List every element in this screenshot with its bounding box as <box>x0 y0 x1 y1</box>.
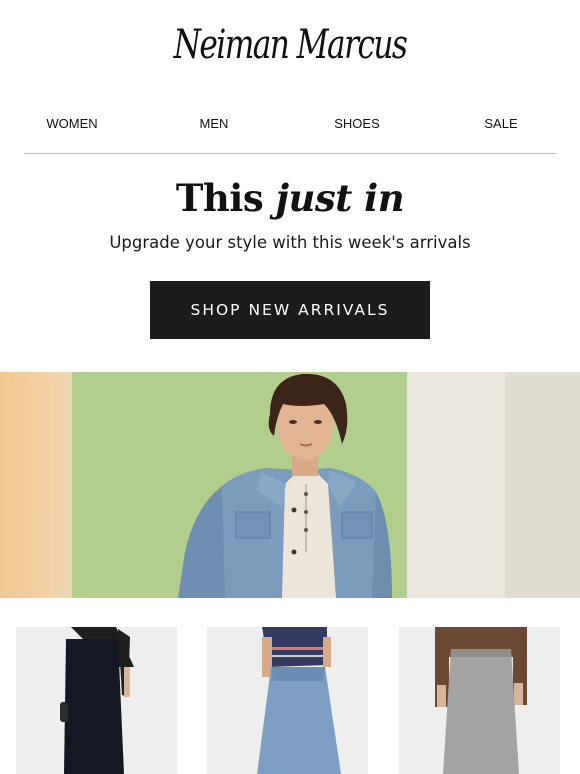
jacket-pocket <box>341 511 373 539</box>
nav-men[interactable]: MEN <box>200 116 229 131</box>
hero-illustration <box>72 372 580 598</box>
eye <box>314 420 322 424</box>
brand-logo[interactable]: Neiman Marcus <box>64 22 516 68</box>
arm <box>323 637 331 667</box>
skirt-waistband <box>271 667 325 681</box>
jacket-button <box>291 507 297 513</box>
shirt-button <box>304 492 308 496</box>
main-nav: WOMEN MEN SHOES SALE <box>0 116 580 134</box>
stripe <box>269 655 327 657</box>
hand <box>514 683 523 705</box>
hand <box>437 685 446 707</box>
nav-sale[interactable]: SALE <box>484 116 517 131</box>
headline: This just in <box>0 176 580 220</box>
eye <box>289 420 297 424</box>
product-image <box>207 627 368 774</box>
jacket-button <box>291 549 297 555</box>
shop-new-arrivals-button[interactable]: SHOP NEW ARRIVALS <box>150 281 430 339</box>
subhead: Upgrade your style with this week's arri… <box>109 233 471 252</box>
shirt-button <box>304 528 308 532</box>
divider <box>24 153 556 154</box>
headline-part-2: just in <box>275 176 405 220</box>
product-card-3[interactable] <box>399 627 560 774</box>
jacket-pocket <box>235 511 271 539</box>
black-skirt <box>64 639 124 774</box>
shirt-button <box>304 510 308 514</box>
hero-image[interactable] <box>0 372 580 598</box>
handbag <box>60 702 68 722</box>
shirt <box>282 472 336 598</box>
skirt-waistband <box>451 649 511 657</box>
gray-skirt <box>443 649 519 774</box>
product-image <box>16 627 177 774</box>
wall-shadow <box>505 372 580 598</box>
product-card-1[interactable] <box>16 627 177 774</box>
nav-women[interactable]: WOMEN <box>46 116 97 131</box>
arm <box>124 667 130 697</box>
headline-part-1: This <box>175 176 264 220</box>
nav-shoes[interactable]: SHOES <box>334 116 380 131</box>
product-image <box>399 627 560 774</box>
stripe <box>269 647 327 650</box>
product-card-2[interactable] <box>207 627 368 774</box>
